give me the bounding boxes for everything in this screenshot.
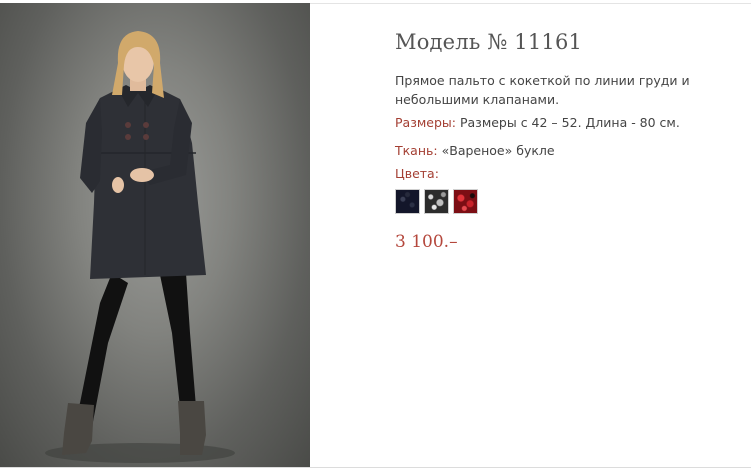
bottom-divider [0, 467, 751, 468]
colors-label: Цвета: [395, 166, 439, 181]
sizes-row: Размеры: Размеры с 42 – 52. Длина - 80 с… [395, 115, 680, 130]
sizes-value: Размеры с 42 – 52. Длина - 80 см. [459, 115, 680, 130]
color-swatch-red[interactable] [453, 189, 478, 214]
product-description: Прямое пальто с кокеткой по линии груди … [395, 73, 690, 107]
fabric-row: Ткань: «Вареное» букле [395, 143, 555, 158]
colors-row: Цвета: [395, 166, 439, 181]
model-in-coat-image [45, 31, 235, 463]
fabric-value: «Вареное» букле [441, 143, 555, 158]
product-title: Модель № 11161 [395, 30, 583, 54]
sizes-label: Размеры: [395, 115, 456, 130]
fabric-label: Ткань: [395, 143, 438, 158]
color-swatch-navy[interactable] [395, 189, 420, 214]
product-photo[interactable] [0, 3, 310, 467]
color-swatch-grey[interactable] [424, 189, 449, 214]
product-price: 3 100.– [395, 232, 458, 252]
top-divider [310, 3, 751, 4]
color-swatches [395, 189, 478, 214]
